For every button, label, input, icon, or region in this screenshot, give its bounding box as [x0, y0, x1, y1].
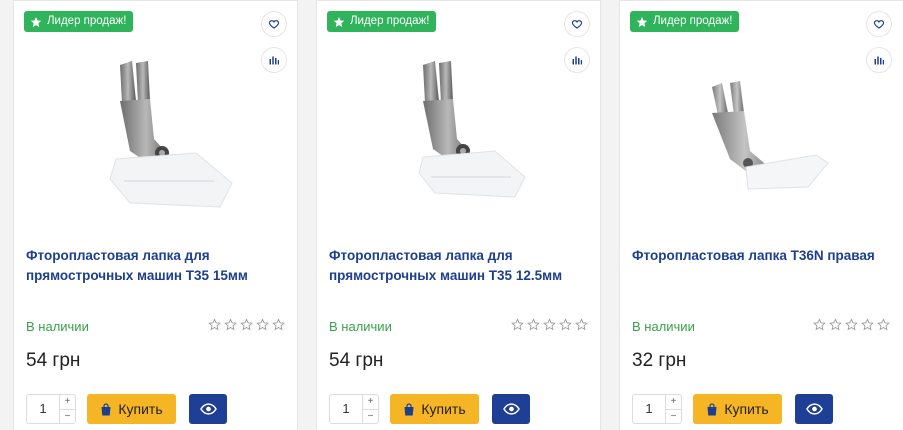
- product-image[interactable]: [54, 41, 254, 221]
- heart-icon: [571, 20, 583, 29]
- shopping-bag-icon: [101, 402, 111, 415]
- star-outline-icon[interactable]: [845, 318, 858, 331]
- badge-label: Лидер продаж!: [47, 15, 127, 27]
- bar-chart-icon: [572, 56, 582, 65]
- bestseller-badge: Лидер продаж!: [630, 11, 740, 32]
- quantity-input[interactable]: 1: [27, 395, 59, 423]
- star-outline-icon[interactable]: [511, 318, 524, 331]
- buy-button-label: Купить: [421, 401, 466, 417]
- quantity-stepper[interactable]: 1 + −: [26, 394, 76, 424]
- stock-status: В наличии: [632, 319, 695, 334]
- heart-icon: [268, 20, 280, 29]
- product-image[interactable]: [660, 41, 860, 221]
- quantity-stepper[interactable]: 1 + −: [632, 394, 682, 424]
- compare-button[interactable]: [261, 47, 287, 73]
- favorite-button[interactable]: [866, 11, 892, 37]
- quantity-decrease-button[interactable]: −: [666, 408, 681, 424]
- star-outline-icon[interactable]: [877, 318, 890, 331]
- product-title-link[interactable]: Фторопластовая лапка T36N правая: [632, 246, 892, 266]
- buy-button[interactable]: Купить: [87, 394, 176, 424]
- eye-icon: [199, 403, 217, 415]
- quantity-decrease-button[interactable]: −: [60, 408, 75, 424]
- rating-stars[interactable]: [208, 318, 285, 331]
- buy-button-label: Купить: [724, 401, 769, 417]
- star-outline-icon[interactable]: [575, 318, 588, 331]
- star-icon: [636, 16, 648, 27]
- star-outline-icon[interactable]: [272, 318, 285, 331]
- star-outline-icon[interactable]: [543, 318, 556, 331]
- badge-label: Лидер продаж!: [653, 15, 733, 27]
- bar-chart-icon: [874, 56, 884, 65]
- quantity-increase-button[interactable]: +: [60, 395, 75, 409]
- star-outline-icon[interactable]: [559, 318, 572, 331]
- quick-view-button[interactable]: [189, 394, 227, 424]
- rating-stars[interactable]: [813, 318, 890, 331]
- favorite-button[interactable]: [564, 11, 590, 37]
- star-outline-icon[interactable]: [224, 318, 237, 331]
- star-outline-icon[interactable]: [861, 318, 874, 331]
- star-outline-icon[interactable]: [829, 318, 842, 331]
- stock-status: В наличии: [329, 319, 392, 334]
- star-outline-icon[interactable]: [208, 318, 221, 331]
- star-outline-icon[interactable]: [527, 318, 540, 331]
- quick-view-button[interactable]: [492, 394, 530, 424]
- shopping-bag-icon: [707, 402, 717, 415]
- product-title-link[interactable]: Фторопластовая лапка для прямострочных м…: [329, 246, 589, 286]
- product-price: 54 грн: [329, 350, 384, 371]
- star-icon: [333, 16, 345, 27]
- product-price: 32 грн: [632, 350, 687, 371]
- quantity-decrease-button[interactable]: −: [363, 408, 378, 424]
- buy-button[interactable]: Купить: [693, 394, 782, 424]
- star-outline-icon[interactable]: [240, 318, 253, 331]
- quantity-increase-button[interactable]: +: [666, 395, 681, 409]
- product-image[interactable]: [357, 41, 557, 221]
- product-title-link[interactable]: Фторопластовая лапка для прямострочных м…: [26, 246, 286, 286]
- compare-button[interactable]: [866, 47, 892, 73]
- quantity-input[interactable]: 1: [330, 395, 362, 423]
- product-card: Лидер продаж! Фторопластовая лапка T36N …: [619, 0, 903, 430]
- heart-icon: [873, 20, 885, 29]
- bar-chart-icon: [269, 56, 279, 65]
- quick-view-button[interactable]: [795, 394, 833, 424]
- quantity-input[interactable]: 1: [633, 395, 665, 423]
- shopping-bag-icon: [404, 402, 414, 415]
- star-outline-icon[interactable]: [256, 318, 269, 331]
- quantity-increase-button[interactable]: +: [363, 395, 378, 409]
- product-card: Лидер продаж! Фторопластовая лапка для п…: [13, 0, 298, 430]
- star-outline-icon[interactable]: [813, 318, 826, 331]
- bestseller-badge: Лидер продаж!: [24, 11, 134, 32]
- rating-stars[interactable]: [511, 318, 588, 331]
- eye-icon: [805, 403, 823, 415]
- stock-status: В наличии: [26, 319, 89, 334]
- product-grid: Лидер продаж! Фторопластовая лапка для п…: [0, 0, 903, 430]
- eye-icon: [502, 403, 520, 415]
- product-price: 54 грн: [26, 350, 81, 371]
- favorite-button[interactable]: [261, 11, 287, 37]
- compare-button[interactable]: [564, 47, 590, 73]
- bestseller-badge: Лидер продаж!: [327, 11, 437, 32]
- quantity-stepper[interactable]: 1 + −: [329, 394, 379, 424]
- badge-label: Лидер продаж!: [350, 15, 430, 27]
- buy-button-label: Купить: [118, 401, 163, 417]
- star-icon: [30, 16, 42, 27]
- product-card: Лидер продаж! Фторопластовая лапка для п…: [316, 0, 601, 430]
- buy-button[interactable]: Купить: [390, 394, 479, 424]
